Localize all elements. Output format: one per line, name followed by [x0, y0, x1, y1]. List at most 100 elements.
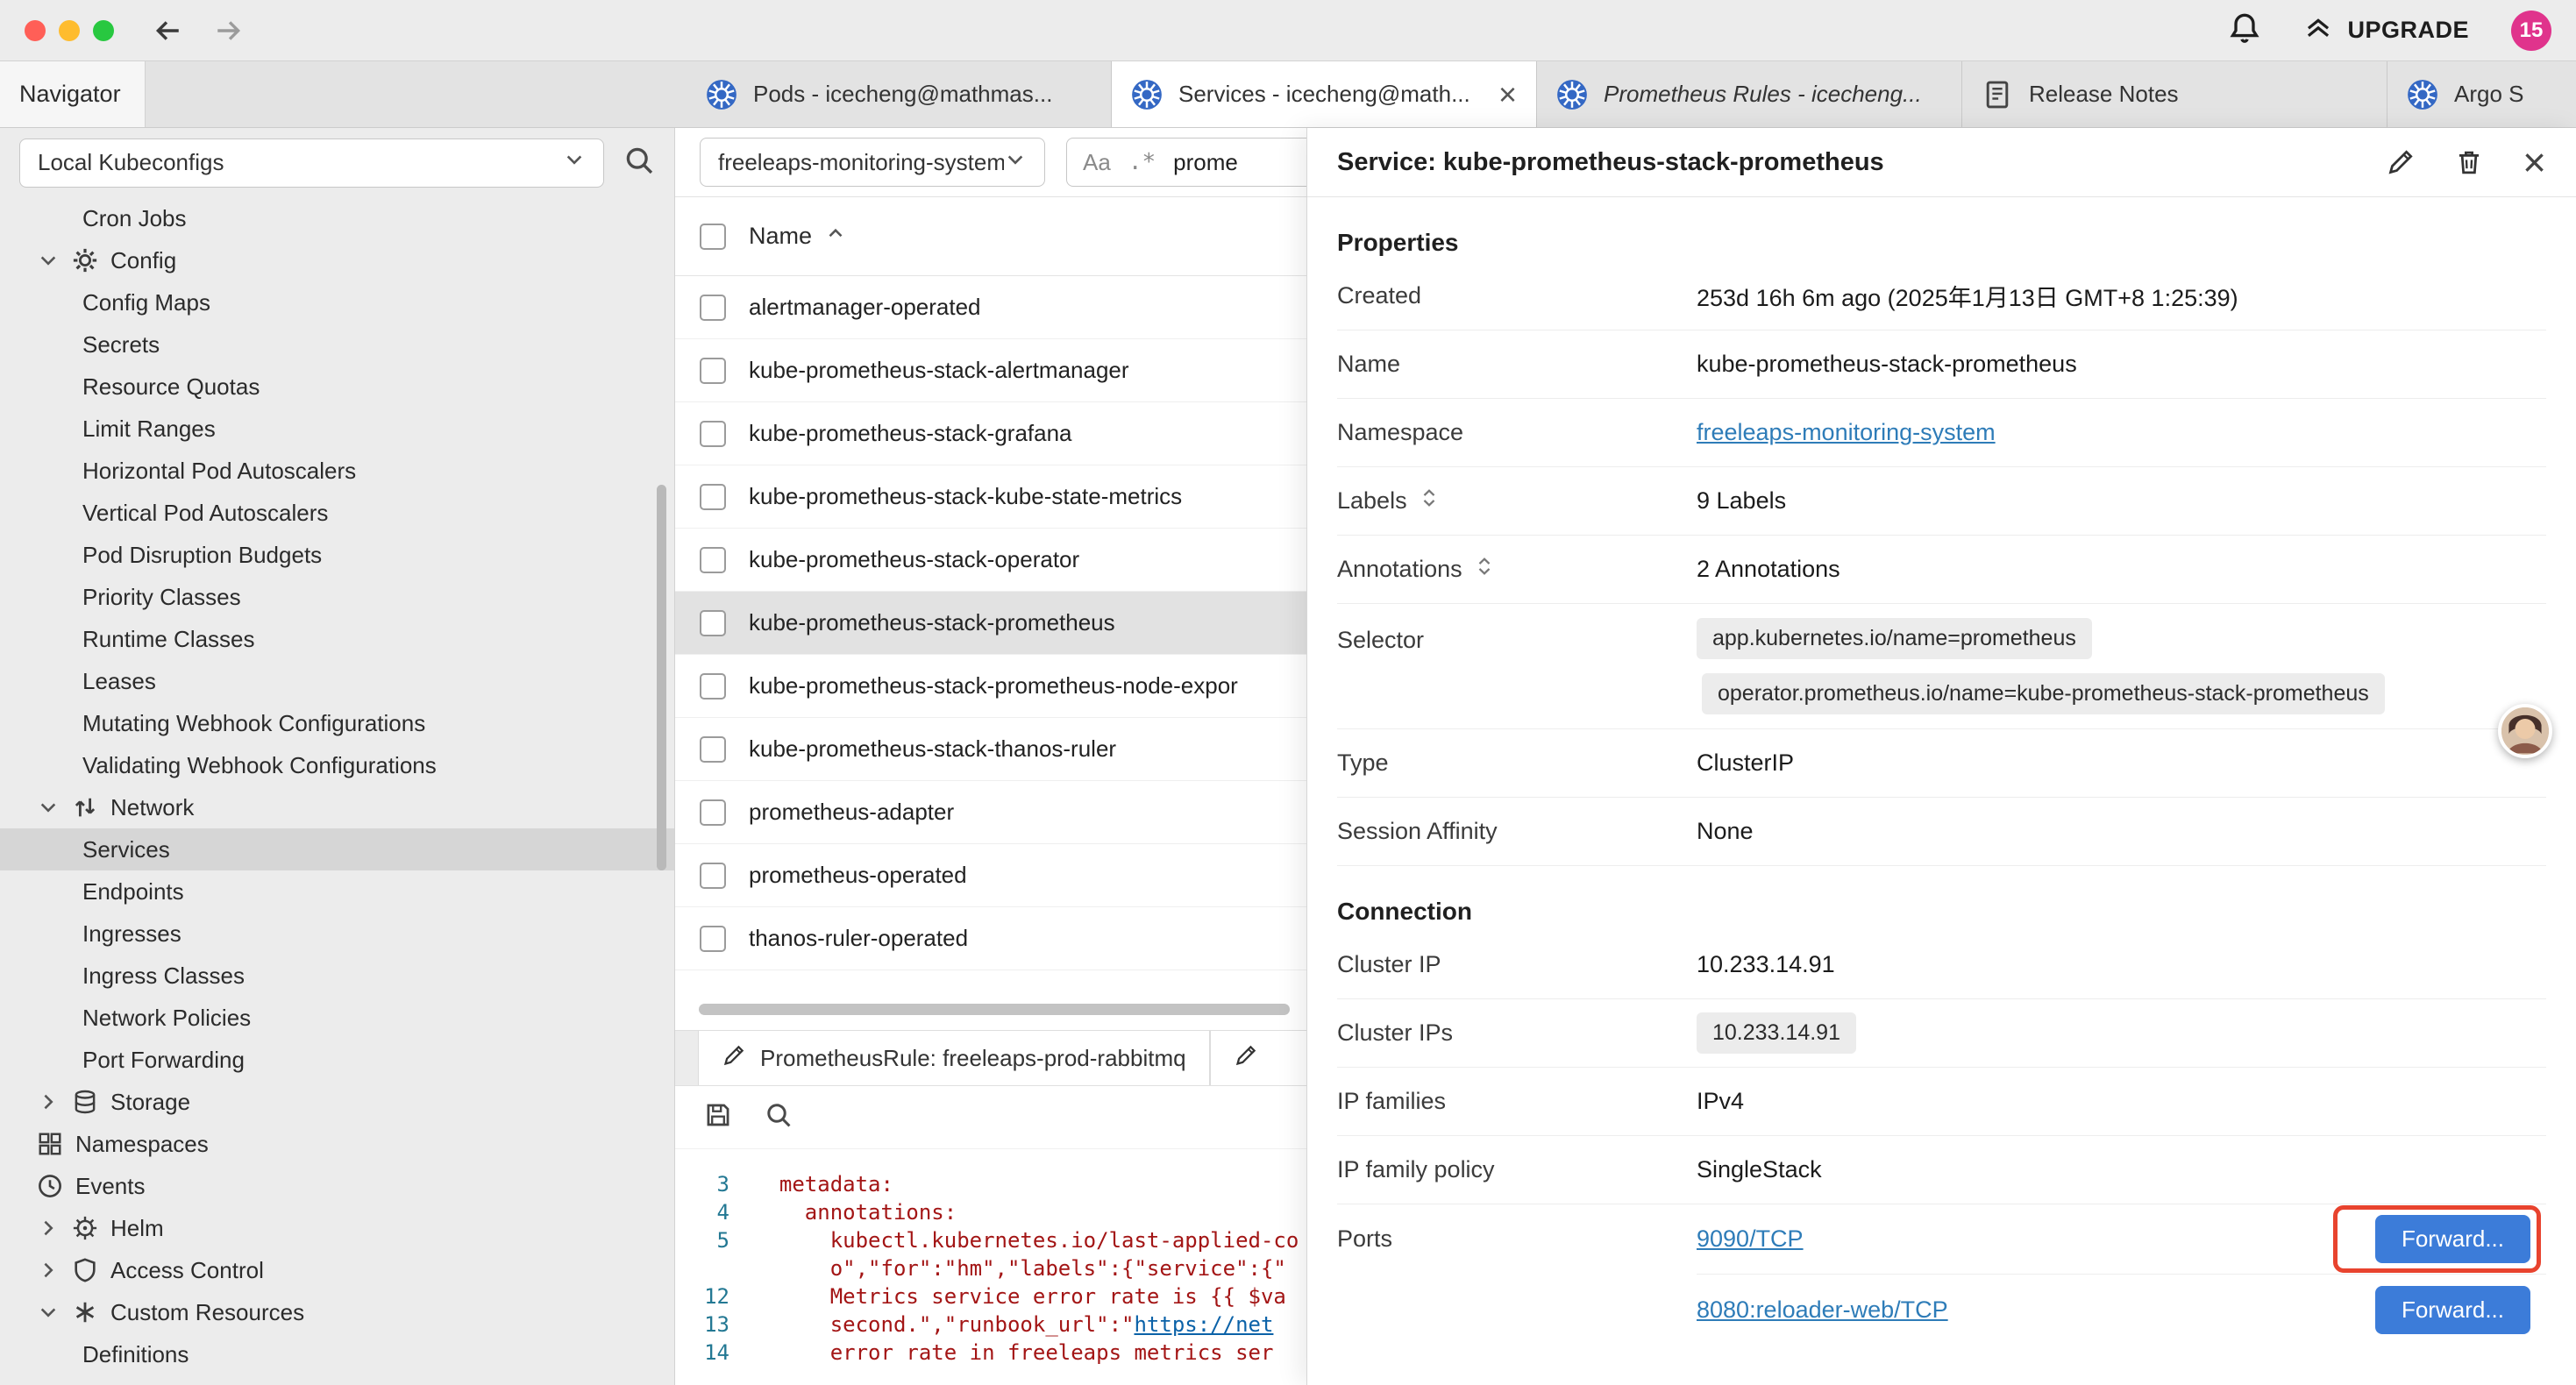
expand-carets-icon[interactable] [1473, 555, 1496, 584]
expand-carets-icon[interactable] [1418, 487, 1441, 515]
sidebar-item-namespaces[interactable]: Namespaces [0, 1123, 674, 1165]
sidebar-item-definitions[interactable]: Definitions [0, 1333, 674, 1375]
row-checkbox[interactable] [700, 547, 726, 573]
row-checkbox[interactable] [700, 736, 726, 763]
sidebar-item-ingress-classes[interactable]: Ingress Classes [0, 955, 674, 997]
tab-pods-icecheng-mathmas[interactable]: Pods - icecheng@mathmas... [687, 61, 1112, 127]
sidebar-item-custom-resources[interactable]: Custom Resources [0, 1291, 674, 1333]
editor-search-icon[interactable] [765, 1101, 793, 1133]
kubeconfig-selector[interactable]: Local Kubeconfigs [19, 138, 604, 188]
sidebar-item-label: Horizontal Pod Autoscalers [82, 458, 356, 485]
row-checkbox[interactable] [700, 799, 726, 826]
sidebar-item-secrets[interactable]: Secrets [0, 323, 674, 366]
chevron-down-icon [1004, 148, 1027, 171]
sidebar-item-resource-quotas[interactable]: Resource Quotas [0, 366, 674, 408]
edit-icon[interactable] [2386, 147, 2416, 177]
cluster-ips-label: Cluster IPs [1337, 1019, 1453, 1047]
forward-arrow-icon[interactable] [214, 16, 244, 46]
horizontal-scrollbar-thumb[interactable] [699, 1004, 1290, 1015]
back-arrow-icon [153, 16, 182, 46]
search-icon[interactable] [623, 145, 655, 181]
sidebar-scrollbar[interactable] [657, 485, 666, 870]
sidebar-item-label: Validating Webhook Configurations [82, 752, 437, 779]
sidebar-item-horizontal-pod-autoscalers[interactable]: Horizontal Pod Autoscalers [0, 450, 674, 492]
column-name[interactable]: Name [749, 223, 812, 250]
row-checkbox[interactable] [700, 295, 726, 321]
row-checkbox[interactable] [700, 610, 726, 636]
detail-row-selector: Selector app.kubernetes.io/name=promethe… [1337, 604, 2546, 729]
row-checkbox[interactable] [700, 863, 726, 889]
upgrade-button[interactable]: UPGRADE [2303, 12, 2469, 48]
sidebar-item-port-forwarding[interactable]: Port Forwarding [0, 1039, 674, 1081]
bell-icon[interactable] [2228, 11, 2261, 49]
search-icon [765, 1101, 793, 1129]
chevron-right-icon [37, 1217, 60, 1239]
sidebar-item-config-maps[interactable]: Config Maps [0, 281, 674, 323]
close-tab-icon[interactable]: × [1498, 79, 1517, 110]
sidebar-item-ingresses[interactable]: Ingresses [0, 913, 674, 955]
sidebar-item-endpoints[interactable]: Endpoints [0, 870, 674, 913]
sidebar-item-runtime-classes[interactable]: Runtime Classes [0, 618, 674, 660]
regex-toggle[interactable]: .* [1128, 149, 1156, 175]
close-panel-icon[interactable]: × [2523, 142, 2546, 182]
match-case-toggle[interactable]: Aa [1083, 149, 1111, 176]
sidebar-item-access-control[interactable]: Access Control [0, 1249, 674, 1291]
navigator-header[interactable]: Navigator [0, 61, 146, 127]
sidebar-item-vertical-pod-autoscalers[interactable]: Vertical Pod Autoscalers [0, 492, 674, 534]
row-checkbox[interactable] [700, 421, 726, 447]
sidebar-item-storage[interactable]: Storage [0, 1081, 674, 1123]
editor-tab-prometheusrule[interactable]: PrometheusRule: freeleaps-prod-rabbitmq [698, 1031, 1210, 1085]
save-icon[interactable] [703, 1100, 733, 1134]
sidebar-item-cron-jobs[interactable]: Cron Jobs [0, 197, 674, 239]
sidebar-item-priority-classes[interactable]: Priority Classes [0, 576, 674, 618]
tab-prometheus-rules-icecheng[interactable]: Prometheus Rules - icecheng... [1537, 61, 1962, 127]
row-checkbox[interactable] [700, 358, 726, 384]
sidebar-item-validating-webhook-configurations[interactable]: Validating Webhook Configurations [0, 744, 674, 786]
sidebar-item-network-policies[interactable]: Network Policies [0, 997, 674, 1039]
forward-button-8080[interactable]: Forward... [2375, 1286, 2530, 1334]
sidebar-item-limit-ranges[interactable]: Limit Ranges [0, 408, 674, 450]
sidebar-item-services[interactable]: Services [0, 828, 674, 870]
cluster-ips-badge: 10.233.14.91 [1697, 1012, 1856, 1054]
sort-caret-icon[interactable] [824, 222, 847, 251]
sidebar-item-config[interactable]: Config [0, 239, 674, 281]
updown-carets-icon [1473, 555, 1496, 578]
sidebar-item-network[interactable]: Network [0, 786, 674, 828]
sidebar-item-leases[interactable]: Leases [0, 660, 674, 702]
forward-button-9090[interactable]: Forward... [2375, 1215, 2530, 1263]
service-name: kube-prometheus-stack-thanos-ruler [749, 735, 1116, 763]
notification-count-badge[interactable]: 15 [2511, 11, 2551, 51]
tab-label: Release Notes [2029, 81, 2179, 108]
row-checkbox[interactable] [700, 673, 726, 700]
back-arrow-icon[interactable] [153, 16, 182, 46]
trash-icon[interactable] [2454, 147, 2484, 177]
sidebar-item-helm[interactable]: Helm [0, 1207, 674, 1249]
minimize-window-button[interactable] [59, 20, 80, 41]
port-link-8080[interactable]: 8080:reloader-web/TCP [1697, 1296, 1948, 1324]
created-label: Created [1337, 282, 1421, 309]
sidebar-item-label: Pod Disruption Budgets [82, 542, 322, 569]
namespace-link[interactable]: freeleaps-monitoring-system [1697, 419, 1996, 445]
ports-label: Ports [1337, 1225, 1392, 1253]
chevron-down-icon [563, 148, 586, 171]
pencil-icon [722, 1043, 746, 1068]
row-checkbox[interactable] [700, 926, 726, 952]
zoom-window-button[interactable] [93, 20, 114, 41]
user-avatar[interactable] [2498, 704, 2552, 758]
row-checkbox[interactable] [700, 484, 726, 510]
line-number: 4 [675, 1198, 729, 1226]
close-window-button[interactable] [25, 20, 46, 41]
sidebar-item-events[interactable]: Events [0, 1165, 674, 1207]
port-link-9090[interactable]: 9090/TCP [1697, 1225, 1804, 1253]
tab-services-icecheng-math[interactable]: Services - icecheng@math... × [1112, 61, 1537, 127]
sidebar-item-mutating-webhook-configurations[interactable]: Mutating Webhook Configurations [0, 702, 674, 744]
sidebar-item-pod-disruption-budgets[interactable]: Pod Disruption Budgets [0, 534, 674, 576]
namespace-filter[interactable]: freeleaps-monitoring-system [700, 138, 1045, 187]
tab-label: Services - icecheng@math... [1178, 81, 1470, 108]
tab-release-notes[interactable]: Release Notes [1962, 61, 2387, 127]
service-name: kube-prometheus-stack-alertmanager [749, 357, 1129, 384]
select-all-checkbox[interactable] [700, 224, 726, 250]
tab-argo-s[interactable]: Argo S [2387, 61, 2576, 127]
ip-family-policy-value: SingleStack [1697, 1156, 2546, 1183]
sidebar-item-label: Events [75, 1173, 146, 1200]
